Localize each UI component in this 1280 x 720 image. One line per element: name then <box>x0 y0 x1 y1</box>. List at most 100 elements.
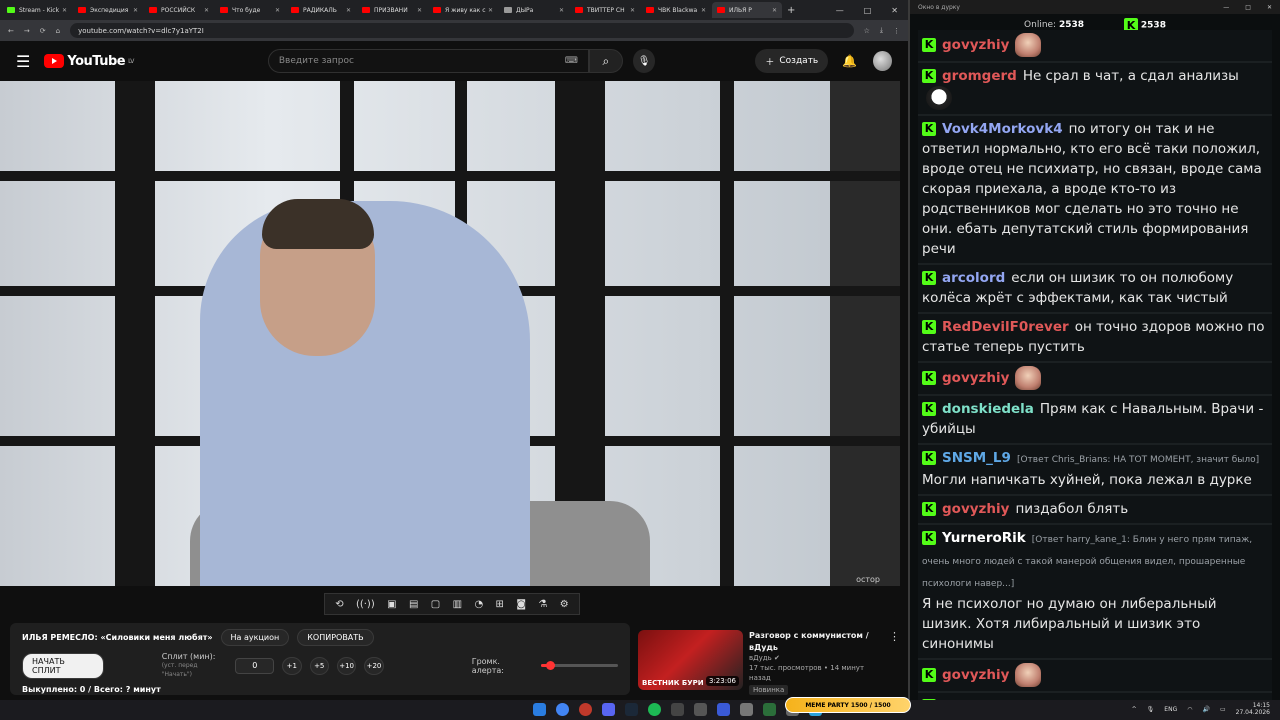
chat-username[interactable]: donskiedela <box>942 401 1034 417</box>
browser-tab[interactable]: Я живу как с ✕ <box>428 2 498 18</box>
video-player[interactable]: остор <box>0 81 900 586</box>
chat-message[interactable]: K RedDevilF0rever он точно здоров можно по… <box>918 314 1272 363</box>
wifi-icon[interactable]: ◠ <box>1187 706 1192 713</box>
browser-tab[interactable]: ЧВК Blackwa ✕ <box>641 2 711 18</box>
app-icon[interactable] <box>740 703 753 716</box>
slider-knob[interactable] <box>545 661 555 670</box>
broadcast-icon[interactable]: ((·)) <box>356 599 375 610</box>
volume-icon[interactable]: 🔊 <box>1202 706 1209 713</box>
chat-message[interactable]: K SNSM_L9 [Ответ Chris_Brians: НА ТОТ МОМЕ… <box>918 445 1272 496</box>
chat-username[interactable]: gromgerd <box>942 68 1017 84</box>
clock[interactable]: 14:15 27.04.2026 <box>1236 702 1270 716</box>
close-tab-icon[interactable]: ✕ <box>62 7 67 14</box>
add-frame-icon[interactable]: ⊞ <box>496 599 504 610</box>
flask-icon[interactable]: ⚗ <box>538 599 547 610</box>
app-icon[interactable] <box>763 703 776 716</box>
app-icon[interactable] <box>671 703 684 716</box>
chat-username[interactable]: YurneroRik <box>942 530 1026 546</box>
browser-tab[interactable]: Что буде ✕ <box>215 2 285 18</box>
chat-message[interactable]: Kgovyzhiy <box>918 660 1272 693</box>
browser-tab[interactable]: РАДИКАЛЬ ✕ <box>286 2 356 18</box>
recommendation-item[interactable]: ВЕСТНИК БУРИ 3:23:06 Разговор с коммунис… <box>638 630 900 695</box>
screen-record-icon[interactable]: ▣ <box>387 599 396 610</box>
close-tab-icon[interactable]: ✕ <box>701 7 706 14</box>
chat-username[interactable]: govyzhiy <box>942 501 1009 517</box>
close-tab-icon[interactable]: ✕ <box>204 7 209 14</box>
chat-message[interactable]: K YurneroRik [Ответ harry_kane_1: Блин у н… <box>918 525 1272 660</box>
chat-username[interactable]: RedDevilF0rever <box>942 319 1069 335</box>
minimize-icon[interactable]: — <box>836 6 844 15</box>
close-icon[interactable]: ✕ <box>1267 4 1272 14</box>
steam-icon[interactable] <box>625 703 638 716</box>
back-icon[interactable]: ← <box>8 27 14 35</box>
recommendation-thumbnail[interactable]: ВЕСТНИК БУРИ 3:23:06 <box>638 630 743 690</box>
speed-icon[interactable]: ◔ <box>474 599 483 610</box>
loop-icon[interactable]: ⟲ <box>335 599 343 610</box>
chat-message[interactable]: KNirriusно ты же отказывался, зачем согл… <box>918 693 1272 700</box>
chat-message[interactable]: Kgromgerd Не срал в чат, а сдал анализы <box>918 63 1272 116</box>
increment-button[interactable]: +1 <box>282 656 302 675</box>
increment-button[interactable]: +10 <box>336 656 357 675</box>
chat-messages[interactable]: Kgovyzhiy Kgromgerd Не срал в чат, а сдал … <box>918 30 1272 700</box>
keyboard-icon[interactable]: ⌨ <box>565 56 578 66</box>
youtube-logo[interactable]: YouTube LV <box>44 54 134 69</box>
gear-icon[interactable]: ⚙ <box>560 599 569 610</box>
download-icon[interactable]: ⤓ <box>880 26 883 35</box>
new-tab-icon[interactable]: + <box>787 5 795 16</box>
chrome-icon[interactable] <box>556 703 569 716</box>
menu-icon[interactable]: ⋮ <box>893 27 900 35</box>
close-tab-icon[interactable]: ✕ <box>559 7 564 14</box>
menu-burger-icon[interactable]: ☰ <box>16 52 30 71</box>
browser-tab[interactable]: ДЫРа ✕ <box>499 2 569 18</box>
camera-icon[interactable]: ◙ <box>516 599 526 610</box>
forward-icon[interactable]: → <box>24 27 30 35</box>
language-indicator[interactable]: ENG <box>1164 706 1177 713</box>
close-tab-icon[interactable]: ✕ <box>133 7 138 14</box>
picture-icon[interactable]: ▢ <box>431 599 440 610</box>
create-button[interactable]: ＋ Создать <box>755 49 829 73</box>
browser-tab[interactable]: РОССИЙСК ✕ <box>144 2 214 18</box>
browser-tab[interactable]: Экспедиция ✕ <box>73 2 143 18</box>
alert-volume-slider[interactable] <box>540 661 618 670</box>
copy-button[interactable]: КОПИРОВАТЬ <box>297 629 374 646</box>
chat-username[interactable]: govyzhiy <box>942 370 1009 386</box>
maximize-icon[interactable]: □ <box>1245 4 1251 14</box>
avatar[interactable] <box>873 51 892 71</box>
notifications-bell-icon[interactable]: 🔔 <box>842 54 857 68</box>
close-tab-icon[interactable]: ✕ <box>417 7 422 14</box>
battery-icon[interactable]: ▭ <box>1220 706 1226 713</box>
chat-username[interactable]: Vovk4Morkovk4 <box>942 121 1063 137</box>
chat-message[interactable]: Karcolord если он шизик то он полюбому ко… <box>918 265 1272 314</box>
chat-username[interactable]: govyzhiy <box>942 667 1009 683</box>
obs-icon[interactable] <box>579 703 592 716</box>
chevron-up-icon[interactable]: ^ <box>1132 706 1137 713</box>
auction-button[interactable]: На аукцион <box>220 629 290 646</box>
recommendation-title[interactable]: Разговор с коммунистом / вДудь <box>749 630 883 653</box>
meme-party-widget[interactable]: MEME PARTY 1500 / 1500 <box>785 697 911 713</box>
browser-tab[interactable]: Stream - Kick ✕ <box>2 2 72 18</box>
browser-tab[interactable]: ИЛЬЯ Р ✕ <box>712 2 782 18</box>
browser-tab[interactable]: ТВИТТЕР СН ✕ <box>570 2 640 18</box>
search-input[interactable]: Введите запрос ⌨ <box>267 49 589 73</box>
maximize-icon[interactable]: □ <box>864 6 872 15</box>
start-split-button[interactable]: НАЧАТЬ СПЛИТ <box>22 652 104 679</box>
close-icon[interactable]: ✕ <box>891 6 898 15</box>
reload-icon[interactable]: ⟳ <box>40 27 46 35</box>
increment-button[interactable]: +20 <box>364 656 384 675</box>
app-icon[interactable] <box>694 703 707 716</box>
search-button[interactable]: ⌕ <box>588 49 623 73</box>
start-icon[interactable] <box>533 703 546 716</box>
player-icon[interactable] <box>717 703 730 716</box>
discord-icon[interactable] <box>602 703 615 716</box>
browser-tab[interactable]: ПРИЗВАНИ ✕ <box>357 2 427 18</box>
chat-message[interactable]: Kgovyzhiy <box>918 363 1272 396</box>
close-tab-icon[interactable]: ✕ <box>346 7 351 14</box>
more-options-icon[interactable]: ⋮ <box>889 630 900 694</box>
close-tab-icon[interactable]: ✕ <box>630 7 635 14</box>
minimize-icon[interactable]: — <box>1223 4 1229 14</box>
chat-message[interactable]: Kdonskiedela Прям как с Навальным. Врачи … <box>918 396 1272 445</box>
chat-username[interactable]: SNSM_L9 <box>942 450 1011 466</box>
chat-message[interactable]: Kgovyzhiy <box>918 30 1272 63</box>
increment-button[interactable]: +5 <box>309 656 329 675</box>
channel-name[interactable]: вДудь ✔ <box>749 653 883 663</box>
